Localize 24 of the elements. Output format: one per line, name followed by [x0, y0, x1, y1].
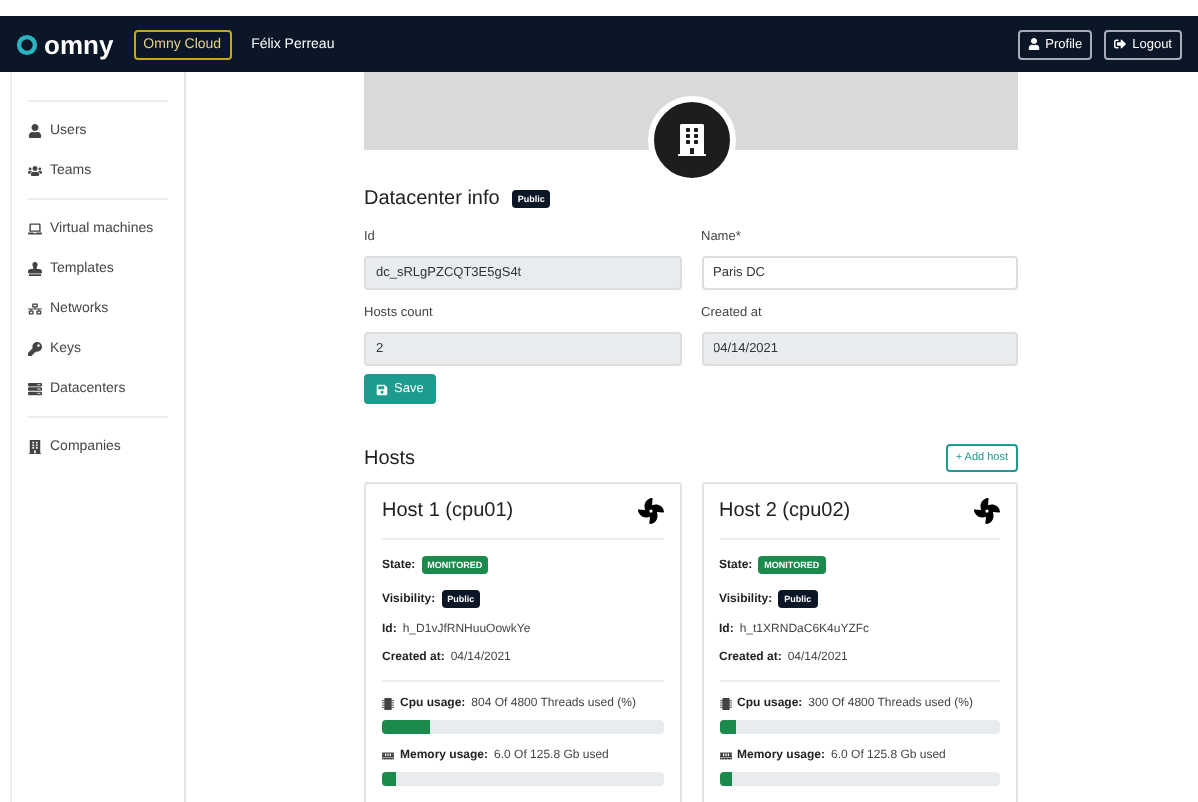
key-icon — [28, 341, 42, 355]
section-title: Datacenter info — [364, 188, 500, 210]
user-icon — [1027, 38, 1040, 50]
fan-icon — [974, 498, 1000, 524]
server-icon — [28, 381, 42, 395]
logout-icon — [1114, 38, 1127, 50]
building-icon — [28, 439, 42, 453]
memory-icon — [382, 750, 394, 762]
save-icon — [376, 383, 388, 395]
users-icon — [28, 163, 42, 177]
logo-text: omny — [44, 29, 114, 59]
section-title: Hosts — [364, 447, 416, 469]
chip-icon — [382, 698, 394, 710]
logo-icon — [16, 33, 38, 55]
memory-icon — [719, 750, 731, 762]
stamp-icon — [28, 261, 42, 275]
network-icon — [28, 301, 42, 315]
host-title: Host 1 (cpu01) — [382, 500, 514, 522]
laptop-icon — [28, 221, 42, 235]
host-title: Host 2 (cpu02) — [719, 500, 851, 522]
fan-icon — [637, 498, 663, 524]
building-icon — [675, 124, 707, 156]
chip-icon — [719, 698, 731, 710]
user-icon — [28, 123, 42, 137]
